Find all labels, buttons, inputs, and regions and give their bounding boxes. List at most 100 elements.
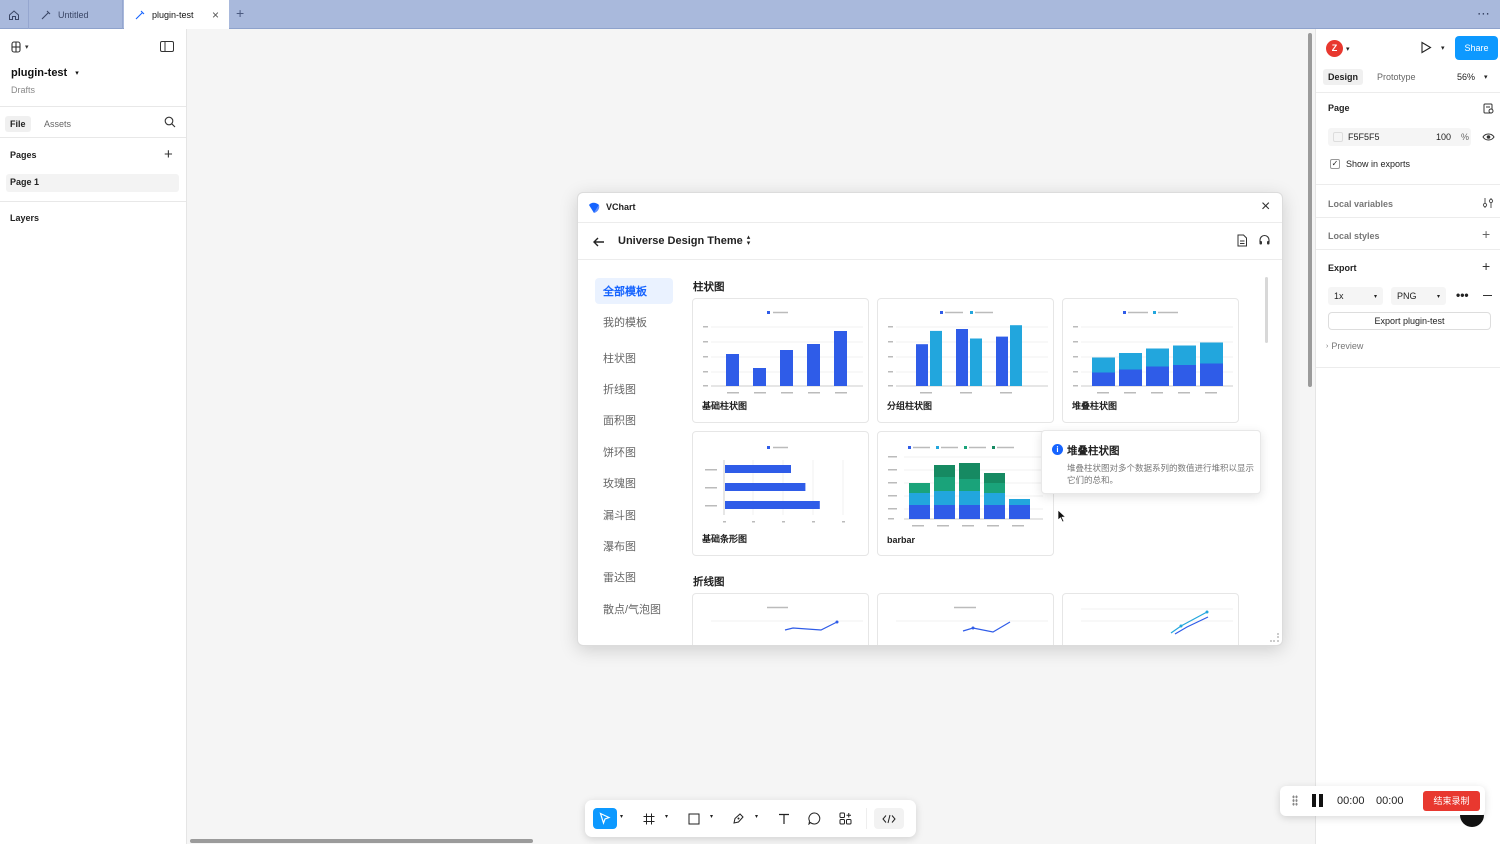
nav-pie[interactable]: 饼环图 bbox=[595, 439, 673, 465]
page-list-item[interactable]: Page 1 bbox=[6, 174, 179, 192]
bar bbox=[970, 338, 982, 386]
export-scale: 1x bbox=[1334, 291, 1344, 301]
bar bbox=[725, 483, 806, 491]
nav-rose[interactable]: 玫瑰图 bbox=[595, 470, 673, 496]
variables-icon[interactable] bbox=[1482, 197, 1494, 209]
bar bbox=[1200, 342, 1223, 364]
remove-export-button[interactable] bbox=[1483, 295, 1492, 296]
pen-tool-button[interactable] bbox=[728, 808, 749, 829]
add-tab-button[interactable]: + bbox=[236, 5, 244, 21]
theme-selector[interactable]: Universe Design Theme ▴ ▾ bbox=[618, 234, 750, 247]
end-recording-button[interactable]: 结束录制 bbox=[1423, 791, 1480, 811]
template-card-basic-bar[interactable]: 基础柱状图 bbox=[692, 298, 869, 423]
frame-tool-button[interactable] bbox=[638, 808, 659, 829]
bar-segment bbox=[909, 505, 930, 519]
drag-handle-icon[interactable] bbox=[1292, 795, 1298, 806]
tab-plugin-test[interactable]: plugin-test × bbox=[124, 0, 229, 29]
pause-button[interactable] bbox=[1312, 794, 1316, 807]
tab-assets[interactable]: Assets bbox=[44, 119, 71, 129]
search-button[interactable] bbox=[164, 116, 176, 128]
tooltip-description: 堆叠柱状图对多个数据系列的数值进行堆积以显示它们的总和。 bbox=[1067, 463, 1255, 485]
preview-toggle[interactable]: › Preview bbox=[1326, 341, 1363, 351]
nav-all-templates[interactable]: 全部模板 bbox=[595, 278, 673, 304]
nav-my-templates[interactable]: 我的模板 bbox=[595, 309, 673, 335]
bar-segment bbox=[909, 483, 930, 493]
move-tool-button[interactable] bbox=[593, 808, 617, 829]
tab-untitled[interactable]: Untitled bbox=[30, 0, 123, 29]
export-scale-dropdown[interactable]: 1x ▾ bbox=[1328, 287, 1383, 305]
content-scrollbar[interactable] bbox=[1265, 277, 1268, 343]
actions-tool-button[interactable] bbox=[835, 808, 856, 829]
chevron-down-icon[interactable]: ▾ bbox=[620, 813, 623, 820]
user-avatar[interactable]: Z ▾ bbox=[1326, 40, 1350, 57]
nav-bar[interactable]: 柱状图 bbox=[595, 345, 673, 371]
document-icon[interactable] bbox=[1236, 234, 1248, 247]
dev-mode-button[interactable] bbox=[874, 808, 904, 829]
page-1-label: Page 1 bbox=[10, 177, 40, 187]
share-button[interactable]: Share bbox=[1455, 36, 1498, 60]
checkbox: ✓ bbox=[1330, 159, 1340, 169]
background-color-field[interactable]: F5F5F5 100 % bbox=[1328, 128, 1471, 146]
chevron-down-icon[interactable]: ▾ bbox=[710, 813, 713, 820]
close-plugin-button[interactable]: × bbox=[1261, 199, 1270, 215]
elapsed-time: 00:00 bbox=[1337, 795, 1365, 807]
export-options-icon[interactable]: ••• bbox=[1456, 288, 1469, 302]
template-card-stack-bar[interactable]: 堆叠柱状图 bbox=[1062, 298, 1239, 423]
home-button[interactable] bbox=[0, 0, 29, 29]
bar-segment bbox=[934, 491, 955, 505]
rectangle-tool-button[interactable] bbox=[683, 808, 704, 829]
info-icon: i bbox=[1052, 444, 1063, 455]
back-arrow-icon[interactable] bbox=[593, 237, 605, 247]
tab-file[interactable]: File bbox=[5, 116, 31, 132]
chevron-down-icon: ▾ bbox=[75, 70, 79, 77]
comment-tool-button[interactable] bbox=[804, 808, 825, 829]
chevron-down-icon[interactable]: ▾ bbox=[665, 813, 668, 820]
show-in-exports-checkbox[interactable]: ✓ Show in exports bbox=[1330, 159, 1410, 169]
rectangle-icon bbox=[688, 813, 699, 824]
vertical-scrollbar[interactable] bbox=[1308, 33, 1312, 387]
search-icon bbox=[164, 116, 176, 128]
nav-line[interactable]: 折线图 bbox=[595, 376, 673, 402]
template-card-line-1[interactable] bbox=[692, 593, 869, 645]
divider bbox=[0, 137, 186, 138]
add-export-button[interactable]: + bbox=[1482, 258, 1490, 274]
export-button[interactable]: Export plugin-test bbox=[1328, 312, 1491, 330]
main-menu-button[interactable]: ▾ bbox=[10, 41, 29, 53]
chevron-down-icon: ▾ bbox=[1484, 74, 1488, 81]
nav-radar[interactable]: 雷达图 bbox=[595, 564, 673, 590]
bar bbox=[1173, 365, 1196, 386]
layers-title: Layers bbox=[10, 213, 40, 223]
horizontal-scrollbar[interactable] bbox=[190, 839, 533, 843]
add-page-button[interactable]: + bbox=[164, 146, 173, 163]
template-card-group-bar[interactable]: 分组柱状图 bbox=[877, 298, 1054, 423]
bar bbox=[1010, 325, 1022, 386]
page-settings-icon[interactable] bbox=[1483, 103, 1494, 114]
add-style-button[interactable]: + bbox=[1482, 226, 1490, 242]
close-tab-icon[interactable]: × bbox=[212, 8, 219, 22]
tab-design[interactable]: Design bbox=[1323, 69, 1364, 85]
nav-area[interactable]: 面积图 bbox=[595, 407, 673, 433]
support-headset-icon[interactable] bbox=[1258, 234, 1271, 247]
template-card-barbar[interactable]: barbar bbox=[877, 431, 1054, 556]
nav-funnel[interactable]: 漏斗图 bbox=[595, 502, 673, 528]
template-card-line-3[interactable] bbox=[1062, 593, 1239, 645]
chevron-down-icon[interactable]: ▾ bbox=[755, 813, 758, 820]
template-card-line-2[interactable] bbox=[877, 593, 1054, 645]
more-menu-button[interactable]: ⋯ bbox=[1477, 6, 1490, 22]
eye-icon[interactable] bbox=[1482, 132, 1495, 142]
present-button[interactable]: ▾ bbox=[1420, 41, 1445, 54]
template-card-basic-hbar[interactable]: 基础条形图 bbox=[692, 431, 869, 556]
tab-untitled-label: Untitled bbox=[58, 9, 89, 20]
nav-waterfall[interactable]: 瀑布图 bbox=[595, 533, 673, 559]
bar bbox=[1146, 348, 1169, 367]
zoom-dropdown[interactable]: 56% ▾ bbox=[1457, 72, 1488, 82]
resize-handle-icon[interactable] bbox=[1270, 633, 1279, 642]
export-format-dropdown[interactable]: PNG ▾ bbox=[1391, 287, 1446, 305]
bar-segment bbox=[934, 465, 955, 477]
tab-prototype[interactable]: Prototype bbox=[1377, 72, 1416, 82]
nav-scatter[interactable]: 散点/气泡图 bbox=[595, 596, 673, 622]
file-name[interactable]: plugin-test ▾ bbox=[11, 67, 79, 79]
text-tool-button[interactable] bbox=[773, 808, 794, 829]
toggle-sidebar-button[interactable] bbox=[160, 41, 174, 52]
bottom-toolbar: ▾ ▾ ▾ ▾ bbox=[585, 800, 916, 837]
